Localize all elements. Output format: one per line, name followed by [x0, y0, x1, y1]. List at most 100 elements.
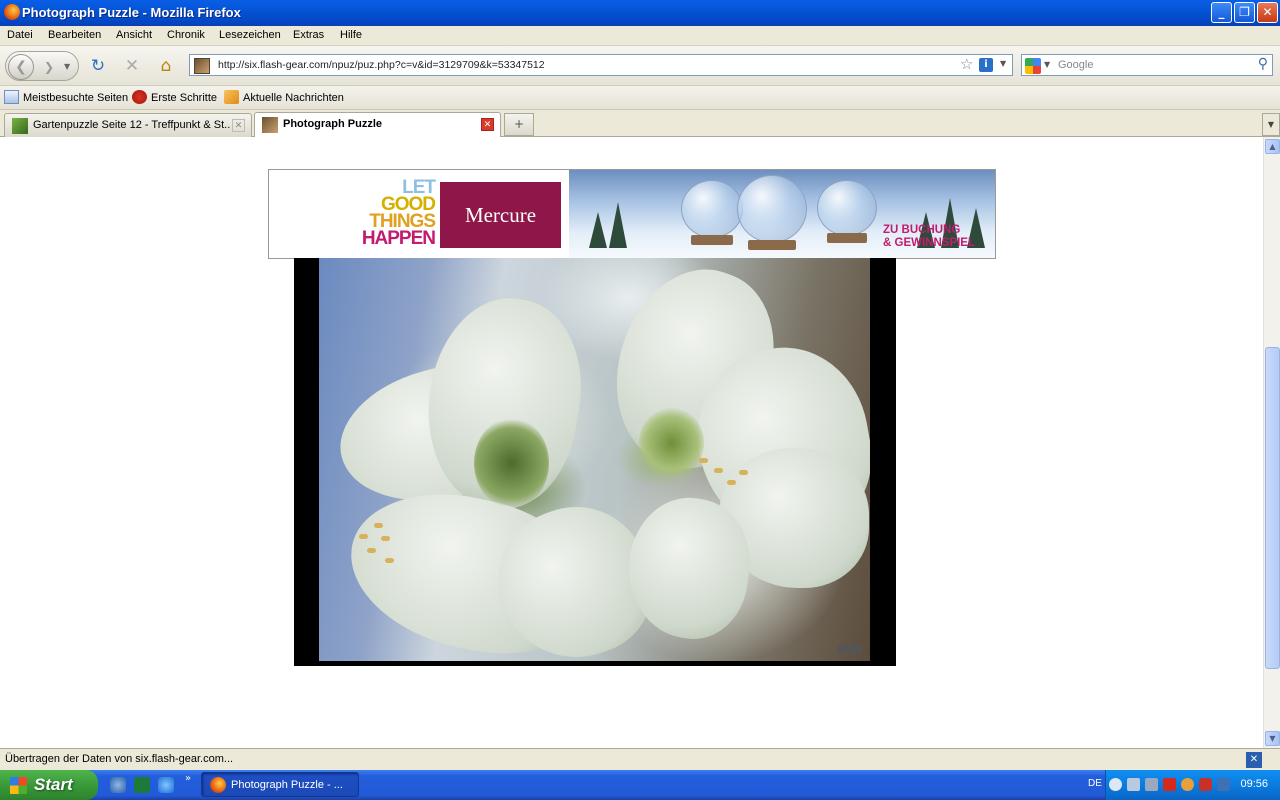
quicklaunch-desktop-icon[interactable]	[110, 777, 126, 793]
tray-expand-icon[interactable]	[1109, 778, 1122, 791]
bookmark-most-visited[interactable]: Meistbesuchte Seiten	[4, 90, 128, 104]
back-button[interactable]: ❮	[8, 54, 34, 80]
ad-slogan: LET GOOD THINGS HAPPEN	[349, 178, 436, 248]
quicklaunch-ie-icon[interactable]	[158, 777, 174, 793]
page-info-icon[interactable]: i	[979, 58, 993, 72]
stamen-image	[367, 548, 376, 553]
list-all-tabs-icon[interactable]: ▼	[1262, 113, 1280, 136]
close-button[interactable]: ✕	[1257, 2, 1278, 23]
ad-cta[interactable]: ZU BUCHUNG & GEWINNSPIEL	[883, 224, 975, 250]
language-indicator[interactable]: DE	[1088, 778, 1102, 789]
snow-globe-image	[737, 175, 807, 250]
bookmark-label: Aktuelle Nachrichten	[243, 92, 344, 104]
firefox-icon	[4, 4, 20, 20]
addon-status-icon[interactable]: ✕	[1246, 752, 1262, 768]
menu-lesezeichen[interactable]: Lesezeichen	[219, 29, 281, 41]
page-content: LET GOOD THINGS HAPPEN Mercure ZU BUCHUN…	[0, 137, 1263, 748]
close-tab-icon[interactable]: ✕	[232, 119, 245, 132]
ad-winter-scene: ZU BUCHUNG & GEWINNSPIEL	[569, 170, 995, 258]
system-tray: 09:56	[1105, 770, 1280, 800]
stamen-image	[727, 480, 736, 485]
menu-extras[interactable]: Extras	[293, 29, 324, 41]
home-icon[interactable]: ⌂	[156, 56, 176, 76]
bookmark-news[interactable]: Aktuelle Nachrichten	[224, 90, 344, 104]
quicklaunch-more-icon[interactable]: »	[185, 773, 191, 784]
start-label: Start	[34, 775, 73, 794]
tab-favicon	[12, 118, 28, 134]
tree-image	[589, 212, 607, 248]
tree-image	[609, 202, 627, 248]
maximize-button[interactable]: ❐	[1234, 2, 1255, 23]
stamen-image	[381, 536, 390, 541]
history-dropdown-icon[interactable]: ▼	[64, 58, 70, 76]
url-text[interactable]: http://six.flash-gear.com/npuz/puz.php?c…	[218, 59, 545, 71]
quicklaunch-excel-icon[interactable]	[134, 777, 150, 793]
vertical-scrollbar[interactable]: ▲ ▼	[1263, 137, 1280, 748]
url-dropdown-icon[interactable]: ▼	[1000, 59, 1006, 68]
url-bar[interactable]: http://six.flash-gear.com/npuz/puz.php?c…	[189, 54, 1013, 76]
start-button[interactable]: Start	[0, 770, 98, 800]
window-title: Photograph Puzzle - Mozilla Firefox	[22, 5, 241, 20]
search-engine-dropdown-icon[interactable]: ▼	[1044, 60, 1050, 69]
scroll-down-icon[interactable]: ▼	[1265, 731, 1280, 746]
flower-center-image	[474, 418, 549, 508]
bookmark-star-icon[interactable]: ☆	[960, 55, 973, 73]
title-bar[interactable]: Photograph Puzzle - Mozilla Firefox _ ❐ …	[0, 0, 1280, 26]
display-icon[interactable]	[1217, 778, 1230, 791]
scroll-up-icon[interactable]: ▲	[1265, 139, 1280, 154]
back-forward-group: ❮ ❯ ▼	[5, 51, 79, 81]
search-box[interactable]: ▼ Google ⚲	[1021, 54, 1273, 76]
network-disconnected-icon[interactable]	[1145, 778, 1158, 791]
ad-cta-line: ZU BUCHUNG	[883, 224, 961, 236]
bookmark-label: Meistbesuchte Seiten	[23, 92, 129, 104]
reload-icon[interactable]: ↻	[88, 56, 108, 76]
menu-bearbeiten[interactable]: Bearbeiten	[48, 29, 101, 41]
menu-hilfe[interactable]: Hilfe	[340, 29, 362, 41]
ad-cta-line: & GEWINNSPIEL	[883, 237, 976, 249]
clock[interactable]: 09:56	[1240, 778, 1268, 790]
puzzle-frame[interactable]	[294, 258, 896, 666]
menu-bar: Datei Bearbeiten Ansicht Chronik Lesezei…	[0, 26, 1280, 46]
snow-globe-image	[817, 180, 877, 243]
bookmark-getting-started[interactable]: Erste Schritte	[132, 90, 217, 104]
menu-datei[interactable]: Datei	[7, 29, 33, 41]
stamen-image	[739, 470, 748, 475]
stamen-image	[374, 523, 383, 528]
windows-flag-icon	[10, 777, 27, 794]
stamen-image	[385, 558, 394, 563]
bookmark-label: Erste Schritte	[151, 92, 218, 104]
tab-bar: Gartenpuzzle Seite 12 - Treffpunkt & St.…	[0, 110, 1280, 138]
tray-app-icon[interactable]	[1181, 778, 1194, 791]
menu-chronik[interactable]: Chronik	[167, 29, 205, 41]
flower-center-image	[639, 408, 704, 478]
network-icon[interactable]	[1127, 778, 1140, 791]
search-icon[interactable]: ⚲	[1258, 56, 1268, 72]
photo-watermark	[838, 645, 862, 653]
windows-taskbar: Start » Photograph Puzzle - ... DE 09:56	[0, 770, 1280, 800]
folder-icon	[4, 90, 19, 104]
tab-gartenpuzzle[interactable]: Gartenpuzzle Seite 12 - Treffpunkt & St.…	[4, 113, 252, 137]
puzzle-photo[interactable]	[319, 258, 870, 661]
advertisement-banner[interactable]: LET GOOD THINGS HAPPEN Mercure ZU BUCHUN…	[268, 169, 996, 259]
taskbar-button-label: Photograph Puzzle - ...	[231, 779, 343, 791]
snow-globe-image	[681, 180, 743, 245]
antivirus-icon[interactable]	[1199, 778, 1212, 791]
stop-icon[interactable]: ✕	[122, 56, 142, 76]
close-tab-icon[interactable]: ✕	[481, 118, 494, 131]
security-alert-icon[interactable]	[1163, 778, 1176, 791]
firefox-bookmark-icon	[132, 90, 147, 104]
search-input[interactable]: Google	[1058, 59, 1093, 71]
minimize-button[interactable]: _	[1211, 2, 1232, 23]
taskbar-button-firefox[interactable]: Photograph Puzzle - ...	[201, 772, 359, 797]
new-tab-button[interactable]: +	[504, 113, 534, 136]
google-icon[interactable]	[1025, 58, 1041, 74]
menu-ansicht[interactable]: Ansicht	[116, 29, 152, 41]
ad-brand-logo: Mercure	[440, 182, 561, 248]
site-favicon	[194, 58, 210, 74]
status-text: Übertragen der Daten von six.flash-gear.…	[5, 753, 234, 765]
tab-photograph-puzzle[interactable]: Photograph Puzzle ✕	[254, 112, 501, 138]
scroll-thumb[interactable]	[1265, 347, 1280, 669]
forward-button[interactable]: ❯	[38, 58, 60, 76]
stamen-image	[359, 534, 368, 539]
stamen-image	[714, 468, 723, 473]
